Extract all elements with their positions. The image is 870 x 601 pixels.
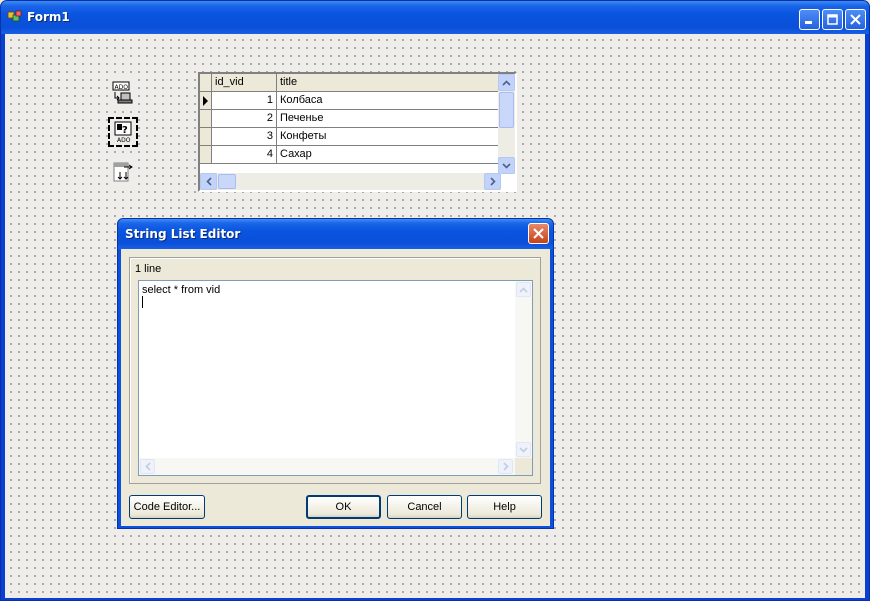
dialog-close-button[interactable] [528, 223, 549, 244]
dbgrid[interactable]: id_vid title 1 Колбаса 2 Печенье 3 Конфе… [198, 72, 517, 192]
chevron-up-icon [519, 286, 528, 293]
cell-id[interactable]: 1 [212, 92, 277, 110]
minimize-icon [805, 21, 812, 24]
lines-groupbox: 1 line select * from vid [129, 257, 541, 484]
svg-text:ADO: ADO [115, 84, 129, 91]
dialog-body: 1 line select * from vid Code Editor... … [121, 249, 550, 526]
chevron-right-icon [489, 177, 496, 186]
memo-horizontal-scrollbar[interactable] [139, 458, 515, 475]
column-header-title[interactable]: title [277, 74, 499, 92]
cancel-button[interactable]: Cancel [387, 495, 462, 519]
delphi-form-icon [7, 10, 23, 24]
scroll-thumb[interactable] [218, 174, 236, 189]
cell-title[interactable]: Сахар [277, 146, 499, 164]
memo-vertical-scrollbar[interactable] [515, 281, 532, 459]
scroll-left-button[interactable] [200, 173, 217, 190]
svg-text:ADO: ADO [117, 137, 131, 144]
table-row[interactable]: 4 Сахар [200, 146, 499, 164]
cell-id[interactable]: 2 [212, 110, 277, 128]
adoconnection-component[interactable]: ADO [109, 79, 137, 107]
cancel-label: Cancel [407, 501, 442, 513]
close-button[interactable] [845, 9, 866, 30]
svg-text:?: ? [122, 125, 128, 136]
dialog-titlebar[interactable]: String List Editor [118, 219, 553, 249]
scroll-up-button[interactable] [516, 282, 531, 297]
adoquery-icon: ? ADO [114, 121, 132, 144]
scroll-down-button[interactable] [498, 157, 515, 174]
datasource-icon [113, 162, 133, 182]
grid-vertical-scrollbar[interactable] [498, 74, 515, 174]
window-title: Form1 [27, 10, 70, 24]
adoquery-component[interactable]: ? ADO [108, 117, 138, 147]
close-icon [533, 228, 544, 239]
datasource-component[interactable] [109, 158, 137, 186]
scroll-right-button[interactable] [484, 173, 501, 190]
scroll-left-button[interactable] [140, 459, 155, 474]
scroll-right-button[interactable] [498, 459, 513, 474]
scrollbar-corner [515, 458, 532, 475]
chevron-up-icon [502, 79, 511, 86]
close-icon [850, 14, 861, 25]
chevron-left-icon [144, 462, 151, 471]
string-list-editor-dialog: String List Editor 1 line select * from … [117, 218, 554, 529]
cell-title[interactable]: Колбаса [277, 92, 499, 110]
ok-button[interactable]: OK [306, 495, 381, 519]
scroll-up-button[interactable] [498, 74, 515, 91]
cell-title[interactable]: Конфеты [277, 128, 499, 146]
current-row-arrow-icon [203, 96, 208, 106]
memo-text: select * from vid [142, 284, 220, 311]
chevron-down-icon [502, 162, 511, 169]
form1-titlebar[interactable]: Form1 [1, 1, 869, 34]
help-label: Help [493, 501, 516, 513]
minimize-button[interactable] [799, 9, 820, 30]
row-indicator [200, 92, 212, 110]
row-indicator [200, 128, 212, 146]
cell-id[interactable]: 3 [212, 128, 277, 146]
table-row[interactable]: 1 Колбаса [200, 92, 499, 110]
cell-title[interactable]: Печенье [277, 110, 499, 128]
string-list-memo[interactable]: select * from vid [138, 280, 533, 476]
ok-label: OK [335, 501, 352, 513]
help-button[interactable]: Help [467, 495, 542, 519]
maximize-icon [827, 14, 838, 25]
maximize-button[interactable] [822, 9, 843, 30]
dbgrid-cells: id_vid title 1 Колбаса 2 Печенье 3 Конфе… [200, 74, 501, 174]
column-header-id-vid[interactable]: id_vid [212, 74, 277, 92]
code-editor-label: Code Editor... [133, 501, 201, 513]
table-row[interactable]: 3 Конфеты [200, 128, 499, 146]
dialog-title: String List Editor [125, 227, 241, 241]
chevron-left-icon [205, 177, 212, 186]
code-editor-button[interactable]: Code Editor... [129, 495, 205, 519]
cell-id[interactable]: 4 [212, 146, 277, 164]
grid-horizontal-scrollbar[interactable] [200, 173, 501, 190]
line-count-label: 1 line [135, 263, 162, 275]
scroll-thumb[interactable] [499, 92, 514, 128]
table-row[interactable]: 2 Печенье [200, 110, 499, 128]
grid-header-row: id_vid title [200, 74, 499, 92]
scroll-down-button[interactable] [516, 442, 531, 457]
chevron-down-icon [519, 446, 528, 453]
text-caret [142, 296, 143, 308]
grid-corner-cell [200, 74, 212, 92]
adoconnection-icon: ADO [112, 81, 133, 104]
row-indicator [200, 146, 212, 164]
chevron-right-icon [502, 462, 509, 471]
row-indicator [200, 110, 212, 128]
